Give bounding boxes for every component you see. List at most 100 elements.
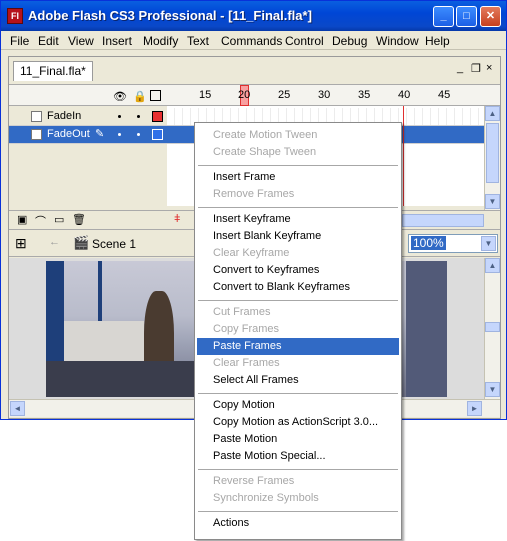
- menu-commands[interactable]: Commands: [221, 34, 282, 48]
- menu-item-insert-keyframe[interactable]: Insert Keyframe: [197, 211, 399, 228]
- building-shape: [406, 261, 447, 397]
- playhead-line: [403, 106, 404, 206]
- menu-item-copy-frames: Copy Frames: [213, 323, 280, 335]
- menu-item-copy-motion-as-actionscript-3-0[interactable]: Copy Motion as ActionScript 3.0...: [197, 414, 399, 431]
- scroll-left-icon[interactable]: ◄: [10, 401, 25, 416]
- menu-separator: [198, 511, 398, 512]
- delete-layer-icon[interactable]: 🗑: [72, 213, 86, 226]
- menu-item-synchronize-symbols: Synchronize Symbols: [213, 492, 319, 504]
- close-button[interactable]: ✕: [480, 6, 501, 27]
- panel-close-button[interactable]: ×: [486, 62, 492, 74]
- menu-item-paste-frames[interactable]: Paste Frames: [197, 338, 399, 355]
- stage-vertical-scrollbar[interactable]: ▲ ▼: [484, 258, 500, 399]
- ground-shape: [46, 361, 196, 397]
- layer-color-swatch[interactable]: [152, 129, 163, 140]
- menu-item-actions[interactable]: Actions: [197, 515, 399, 532]
- zoom-value: 100%: [411, 236, 446, 250]
- layer-icon: [31, 129, 42, 140]
- menu-help[interactable]: Help: [425, 34, 450, 48]
- lock-icon[interactable]: 🔒: [133, 90, 147, 103]
- timeline-hscroll-thumb[interactable]: [402, 214, 484, 227]
- timeline-toggle-icon[interactable]: ⊞: [15, 235, 27, 252]
- building-shape: [64, 321, 144, 361]
- motion-guide-icon[interactable]: ⌒: [35, 213, 46, 229]
- ruler-label: 40: [398, 89, 411, 101]
- visibility-dot[interactable]: [118, 115, 121, 118]
- layer-name: FadeIn: [47, 110, 82, 122]
- back-arrow-icon[interactable]: ←: [49, 236, 60, 248]
- menu-view[interactable]: View: [68, 34, 94, 48]
- scroll-down-icon[interactable]: ▼: [485, 194, 500, 209]
- menu-insert[interactable]: Insert: [102, 34, 132, 48]
- ruler-label: 20: [238, 89, 251, 101]
- layer-row-fadeout[interactable]: FadeOut ✎: [9, 126, 167, 144]
- menu-separator: [198, 165, 398, 166]
- menu-item-reverse-frames: Reverse Frames: [213, 475, 295, 487]
- menu-item-convert-to-keyframes[interactable]: Convert to Keyframes: [197, 262, 399, 279]
- menu-item-create-motion-tween: Create Motion Tween: [213, 129, 318, 141]
- lock-dot[interactable]: [137, 115, 140, 118]
- ruler-label: 45: [438, 89, 451, 101]
- menu-separator: [198, 393, 398, 394]
- menu-edit[interactable]: Edit: [38, 34, 59, 48]
- chevron-down-icon[interactable]: ▼: [481, 236, 496, 251]
- ruler-label: 30: [318, 89, 331, 101]
- menu-item-copy-motion[interactable]: Copy Motion: [197, 397, 399, 414]
- menu-debug[interactable]: Debug: [332, 34, 367, 48]
- menu-control[interactable]: Control: [285, 34, 324, 48]
- ruler-label: 35: [358, 89, 371, 101]
- menu-file[interactable]: File: [10, 34, 29, 48]
- scroll-up-icon[interactable]: ▲: [485, 258, 500, 273]
- menu-item-clear-frames: Clear Frames: [213, 357, 280, 369]
- panel-restore-button[interactable]: ❐: [471, 62, 481, 75]
- menu-item-insert-frame[interactable]: Insert Frame: [197, 169, 399, 186]
- menu-item-select-all-frames[interactable]: Select All Frames: [197, 372, 399, 389]
- menu-item-insert-blank-keyframe[interactable]: Insert Blank Keyframe: [197, 228, 399, 245]
- scroll-up-icon[interactable]: ▲: [485, 106, 500, 121]
- scroll-right-icon[interactable]: ►: [467, 401, 482, 416]
- visibility-dot[interactable]: [118, 133, 121, 136]
- menu-item-paste-motion[interactable]: Paste Motion: [197, 431, 399, 448]
- menu-item-cut-frames: Cut Frames: [213, 306, 271, 318]
- pencil-icon: ✎: [95, 128, 105, 140]
- layer-color-swatch[interactable]: [152, 111, 163, 122]
- ruler-label: 25: [278, 89, 291, 101]
- insert-layer-icon[interactable]: ▣: [17, 213, 27, 226]
- scroll-down-icon[interactable]: ▼: [485, 382, 500, 397]
- menu-modify[interactable]: Modify: [143, 34, 178, 48]
- menu-item-convert-to-blank-keyframes[interactable]: Convert to Blank Keyframes: [197, 279, 399, 296]
- timeline-vertical-scrollbar[interactable]: ▲ ▼: [484, 106, 500, 210]
- menu-item-remove-frames: Remove Frames: [213, 188, 295, 200]
- scroll-thumb[interactable]: [485, 322, 500, 332]
- timeline-header: 👁 🔒 15 20 25 30 35 40 45: [9, 84, 500, 106]
- scroll-thumb[interactable]: [486, 123, 499, 183]
- scene-icon: 🎬: [73, 235, 90, 250]
- menu-item-clear-keyframe: Clear Keyframe: [213, 247, 290, 259]
- menu-separator: [198, 300, 398, 301]
- flash-app-icon: Fl: [7, 8, 23, 24]
- layer-row-fadein[interactable]: FadeIn: [9, 108, 167, 126]
- menu-bar: File Edit View Insert Modify Text Comman…: [1, 31, 506, 50]
- lock-dot[interactable]: [137, 133, 140, 136]
- eye-icon[interactable]: 👁: [113, 90, 127, 103]
- title-bar[interactable]: Fl Adobe Flash CS3 Professional - [11_Fi…: [1, 1, 506, 31]
- insert-folder-icon[interactable]: ▭: [54, 213, 64, 226]
- outline-icon[interactable]: [150, 90, 161, 101]
- menu-item-create-shape-tween: Create Shape Tween: [213, 146, 317, 158]
- zoom-select[interactable]: 100% ▼: [408, 234, 498, 253]
- layer-name: FadeOut: [47, 128, 90, 140]
- timeline-context-menu: Create Motion Tween Create Shape Tween Ins…: [194, 122, 402, 540]
- menu-window[interactable]: Window: [376, 34, 419, 48]
- scene-label[interactable]: Scene 1: [92, 237, 136, 251]
- maximize-button[interactable]: □: [456, 6, 477, 27]
- menu-text[interactable]: Text: [187, 34, 209, 48]
- panel-minimize-button[interactable]: _: [457, 62, 463, 74]
- window-title: Adobe Flash CS3 Professional - [11_Final…: [28, 8, 312, 23]
- document-tab[interactable]: 11_Final.fla*: [13, 61, 93, 81]
- center-frame-icon[interactable]: ǂ: [174, 213, 180, 225]
- menu-separator: [198, 469, 398, 470]
- menu-item-paste-motion-special[interactable]: Paste Motion Special...: [197, 448, 399, 465]
- minimize-button[interactable]: _: [433, 6, 454, 27]
- layer-icon: [31, 111, 42, 122]
- ruler-label: 15: [199, 89, 212, 101]
